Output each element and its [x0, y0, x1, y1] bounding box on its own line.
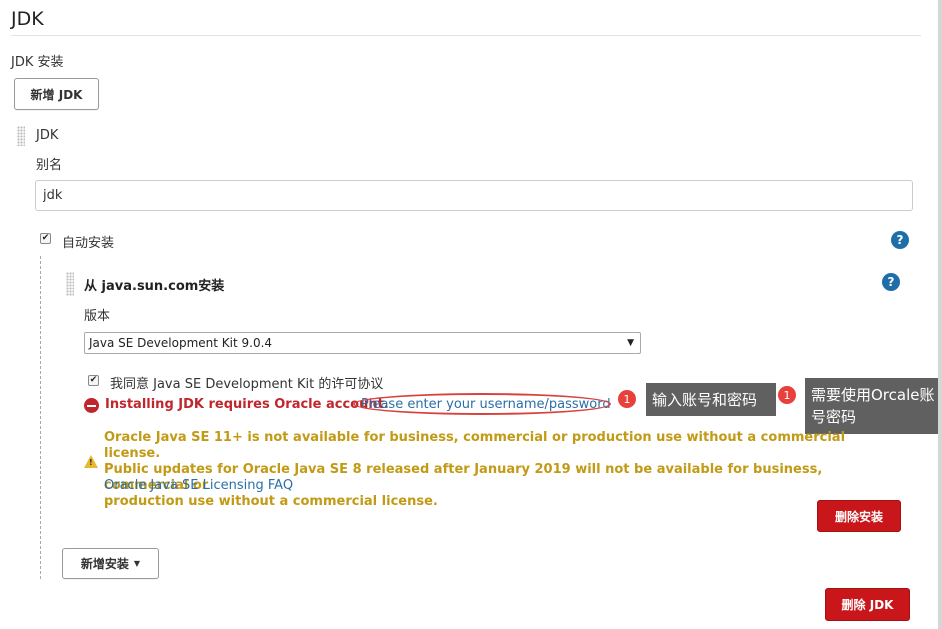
annotation-callout: 需要使用Orcale账号密码 [805, 378, 942, 434]
scrollbar[interactable] [938, 0, 942, 629]
checkmark-icon: ✔ [41, 233, 50, 243]
add-installer-label: 新增安装 [80, 557, 129, 571]
dropdown-arrow-icon: ▼ [627, 338, 634, 348]
licensing-faq-link[interactable]: Oracle Java SE Licensing FAQ [104, 478, 293, 493]
annotation-callout: 输入账号和密码 [646, 383, 776, 416]
section-divider [11, 35, 921, 36]
version-select[interactable]: Java SE Development Kit 9.0.4 ▼ [84, 332, 641, 354]
warning-icon: ! [84, 455, 98, 468]
delete-installer-button[interactable]: 删除安装 [817, 500, 901, 532]
installer-title: 从 java.sun.com安装 [84, 279, 225, 294]
warning-line: Oracle Java SE 11+ is not available for … [104, 430, 846, 461]
alias-input[interactable] [35, 180, 913, 211]
version-select-value: Java SE Development Kit 9.0.4 [89, 336, 273, 350]
alias-label: 别名 [36, 158, 63, 173]
error-icon [84, 398, 99, 413]
warning-line: production use without a commercial lice… [104, 494, 438, 509]
add-installer-button[interactable]: 新增安装 ▼ [62, 548, 159, 579]
help-icon[interactable]: ? [882, 273, 900, 291]
auto-install-checkbox[interactable]: ✔ [40, 233, 51, 244]
highlight-ellipse [353, 393, 611, 415]
license-agree-checkbox[interactable]: ✔ [88, 375, 99, 386]
drag-handle-icon[interactable] [66, 272, 74, 296]
error-message: Installing JDK requires Oracle account. [105, 397, 389, 412]
add-jdk-button[interactable]: 新增 JDK [14, 78, 99, 110]
annotation-badge: 1 [778, 386, 796, 404]
nested-indent-line [40, 256, 41, 579]
section-title: JDK [11, 8, 44, 30]
checkmark-icon: ✔ [89, 375, 98, 385]
version-label: 版本 [84, 309, 111, 324]
jdk-install-label: JDK 安装 [11, 55, 64, 70]
license-warning: Oracle Java SE 11+ is not available for … [104, 430, 864, 510]
drag-handle-icon[interactable] [17, 126, 25, 146]
delete-jdk-button[interactable]: 删除 JDK [825, 588, 910, 621]
caret-down-icon: ▼ [133, 559, 141, 568]
annotation-badge: 1 [618, 390, 636, 408]
auto-install-label: 自动安装 [62, 236, 115, 251]
jdk-item-label: JDK [36, 128, 59, 143]
license-agree-label: 我同意 Java SE Development Kit 的许可协议 [110, 377, 384, 392]
help-icon[interactable]: ? [891, 231, 909, 249]
